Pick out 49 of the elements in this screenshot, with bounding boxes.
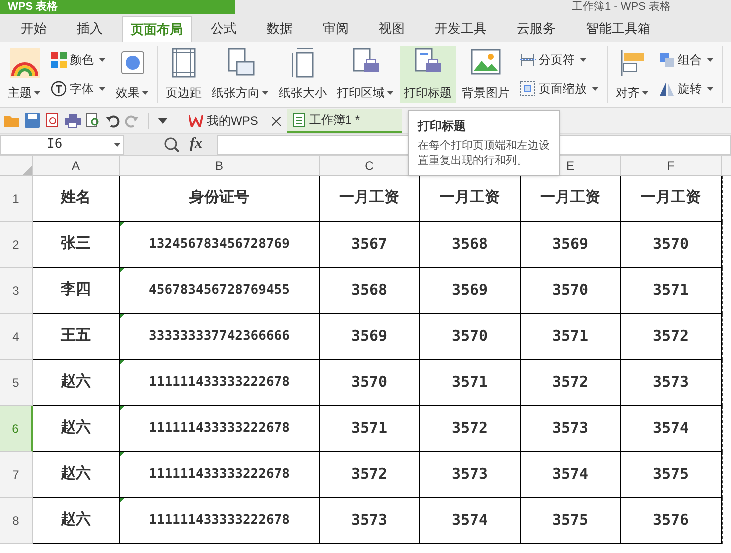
table-cell: 111111433333222678 (120, 360, 320, 406)
table-cell: 王五 (33, 314, 120, 360)
table-cell: 赵六 (33, 498, 120, 544)
table-cell: 3571 (621, 268, 722, 314)
window-title: 工作簿1 - WPS 表格 (572, 2, 671, 12)
table-cell: 姓名 (33, 176, 120, 222)
table-cell: 李四 (33, 268, 120, 314)
table-cell: 3570 (521, 268, 621, 314)
table-cell: 3573 (621, 360, 722, 406)
table-cell: 111111433333222678 (120, 406, 320, 452)
table-cell: 3574 (621, 406, 722, 452)
table-cell: 3575 (521, 498, 621, 544)
table-cell: 111111433333222678 (120, 498, 320, 544)
table-cell: 3569 (320, 314, 420, 360)
table-cell: 456783456728769455 (120, 268, 320, 314)
table-cell: 3570 (420, 314, 521, 360)
table-cell: 333333337742366666 (120, 314, 320, 360)
table-cell: 3570 (320, 360, 420, 406)
table-cell: 张三 (33, 222, 120, 268)
table-cell: 3574 (521, 452, 621, 498)
table-cell: 3569 (521, 222, 621, 268)
table-cell: 3567 (320, 222, 420, 268)
table-cell: 3576 (621, 498, 722, 544)
table-cell: 3571 (320, 406, 420, 452)
table-cell: 赵六 (33, 452, 120, 498)
table-cell: 111111433333222678 (120, 452, 320, 498)
table-cell: 3568 (420, 222, 521, 268)
table-cell: 3570 (621, 222, 722, 268)
table-cell: 一月工资 (621, 176, 722, 222)
table-cell: 3572 (420, 406, 521, 452)
table-cell: 3573 (521, 406, 621, 452)
table-cell: 3571 (521, 314, 621, 360)
table-cell: 3575 (621, 452, 722, 498)
table-cell: 3572 (320, 452, 420, 498)
tooltip-text: 在每个打印页顶端和左边设置重复出现的行和列。 (418, 139, 550, 169)
table-cell: 3572 (521, 360, 621, 406)
table-cell: 一月工资 (320, 176, 420, 222)
table-cell: 132456783456728769 (120, 222, 320, 268)
table-cell: 3574 (420, 498, 521, 544)
table-cell: 赵六 (33, 406, 120, 452)
table-cell: 3571 (420, 360, 521, 406)
table-cell: 3568 (320, 268, 420, 314)
table-cell: 3572 (621, 314, 722, 360)
table-cell: 赵六 (33, 360, 120, 406)
table-cell: 身份证号 (120, 176, 320, 222)
tooltip-title: 打印标题 (418, 118, 467, 135)
table-cell: 3573 (420, 452, 521, 498)
table-cell: 3569 (420, 268, 521, 314)
table-cell: 3573 (320, 498, 420, 544)
